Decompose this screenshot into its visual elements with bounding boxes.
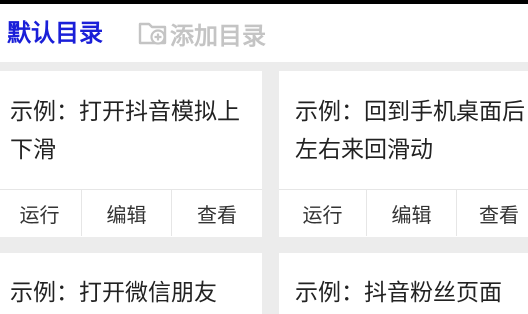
card-actions: 运行 编辑 查看 [0, 190, 262, 236]
card-actions: 运行 编辑 查看 [279, 190, 528, 236]
script-card[interactable]: 示例：回到手机桌面后左右来回滑动 运行 编辑 查看 [279, 71, 528, 237]
view-button[interactable]: 查看 [457, 190, 528, 236]
run-button[interactable]: 运行 [0, 190, 82, 236]
script-title: 示例：抖音粉丝页面 [295, 280, 502, 306]
add-directory-label: 添加目录 [170, 21, 266, 50]
tab-default-directory[interactable]: 默认目录 [7, 17, 103, 49]
script-title: 示例：回到手机桌面后左右来回滑动 [295, 99, 525, 163]
script-card[interactable]: 示例：打开抖音模拟上下滑 运行 编辑 查看 [0, 71, 262, 237]
edit-button[interactable]: 编辑 [82, 190, 172, 236]
edit-button[interactable]: 编辑 [367, 190, 457, 236]
view-button[interactable]: 查看 [172, 190, 262, 236]
run-button[interactable]: 运行 [279, 190, 367, 236]
folder-plus-icon [138, 22, 167, 45]
script-title: 示例：打开微信朋友 [10, 280, 217, 306]
script-card[interactable]: 示例：打开微信朋友 [0, 253, 262, 314]
directory-tabs: 默认目录 添加目录 [0, 4, 528, 62]
add-directory-button[interactable]: 添加目录 [138, 17, 266, 50]
script-card[interactable]: 示例：抖音粉丝页面 [279, 253, 528, 314]
script-title: 示例：打开抖音模拟上下滑 [10, 99, 240, 163]
